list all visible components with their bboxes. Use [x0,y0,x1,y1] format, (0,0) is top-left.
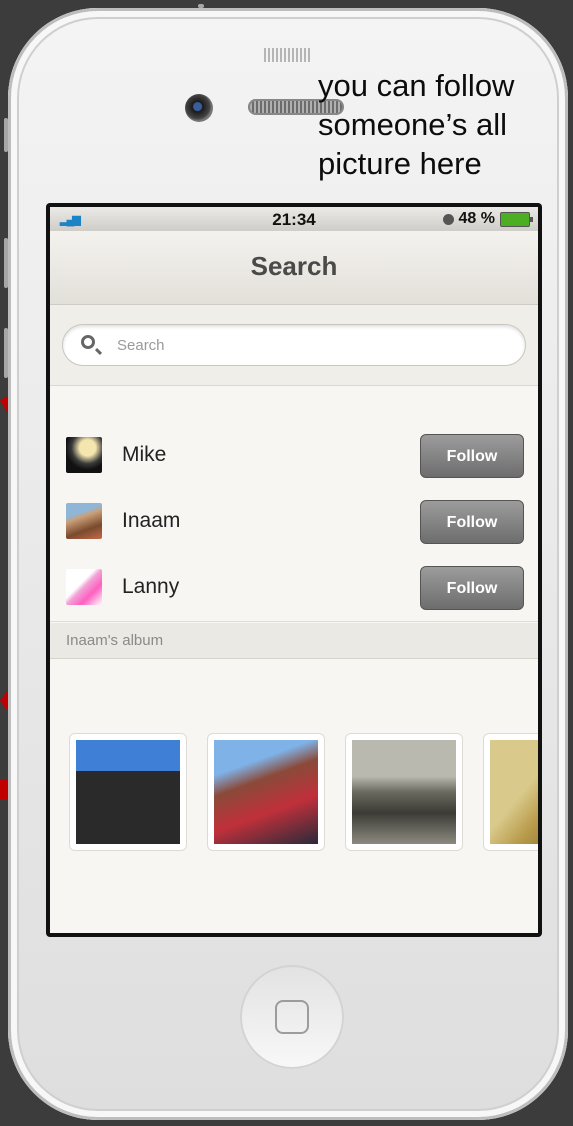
user-name: Inaam [122,509,181,532]
album-section-header: Inaam's album [50,623,538,659]
search-input[interactable]: Search [62,324,526,366]
album-label: Inaam's album [66,632,164,649]
photo-image [76,740,180,844]
user-name: Lanny [122,575,180,598]
avatar [66,569,102,605]
home-button-icon [275,1000,309,1034]
front-camera-icon [185,94,213,122]
follow-button[interactable]: Follow [420,500,524,544]
avatar [66,503,102,539]
user-row-inaam[interactable]: Inaam Follow [50,489,538,556]
sleep-button [198,4,204,8]
volume-down-button [4,328,8,378]
mute-switch [4,118,8,152]
proximity-sensor [264,48,310,62]
photo-image [214,740,318,844]
follow-button[interactable]: Follow [420,566,524,610]
volume-up-button [4,238,8,288]
album-photo-2[interactable] [207,733,325,851]
search-bar: Search [50,305,538,386]
user-name: Mike [122,443,167,466]
phone-screen: ▂▄▆ 21:34 48 % Search Search Mike Follow [46,203,542,937]
page-title: Search [250,251,338,281]
battery-percent: 48 % [458,210,495,227]
clock-icon [442,213,454,225]
battery-indicator: 48 % [442,210,533,228]
search-placeholder: Search [117,337,165,354]
user-row-mike[interactable]: Mike Follow [50,423,538,490]
photo-image [490,740,538,844]
callout-annotation: you can follow someone’s all picture her… [318,68,515,181]
album-photo-3[interactable] [345,733,463,851]
search-icon [81,335,95,349]
avatar [66,437,102,473]
home-button[interactable] [240,965,344,1069]
battery-icon [500,211,533,227]
user-row-lanny[interactable]: Lanny Follow [50,555,538,622]
follow-button[interactable]: Follow [420,434,524,478]
album-photo-4[interactable] [483,733,538,851]
app-view: ▂▄▆ 21:34 48 % Search Search Mike Follow [50,207,538,933]
status-bar: ▂▄▆ 21:34 48 % [50,207,538,231]
photo-image [352,740,456,844]
navigation-bar: Search [50,231,538,305]
album-photo-1[interactable] [69,733,187,851]
